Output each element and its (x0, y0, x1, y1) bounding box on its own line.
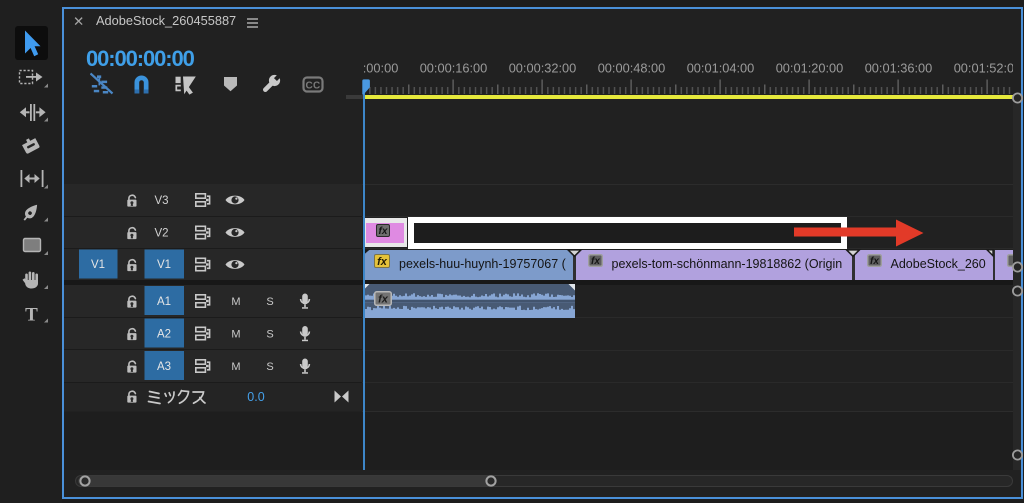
svg-text:CC: CC (305, 81, 320, 92)
svg-text:V2: V2 (154, 228, 168, 240)
svg-text:00:01:36:00: 00:01:36:00 (865, 61, 933, 76)
svg-text:A2: A2 (157, 329, 171, 341)
svg-text:A1: A1 (157, 296, 171, 308)
svg-text:00:00:00:00: 00:00:00:00 (364, 61, 398, 76)
svg-text:M: M (231, 361, 240, 373)
svg-text:V3: V3 (154, 195, 168, 207)
svg-text:M: M (231, 329, 240, 341)
svg-text:00:00:32:00: 00:00:32:00 (509, 61, 577, 76)
svg-text:S: S (266, 329, 273, 341)
svg-text:fx: fx (378, 293, 389, 305)
svg-text:T: T (25, 305, 38, 326)
svg-text:00:01:20:00: 00:01:20:00 (776, 61, 844, 76)
svg-text:00:00:48:00: 00:00:48:00 (598, 61, 666, 76)
svg-text:fx: fx (378, 226, 387, 237)
svg-text:M: M (231, 296, 240, 308)
svg-text:V1: V1 (157, 259, 171, 271)
svg-text:S: S (266, 361, 273, 373)
svg-text:0.0: 0.0 (247, 390, 264, 404)
svg-text:V1: V1 (91, 259, 105, 271)
svg-text:00:01:04:00: 00:01:04:00 (687, 61, 755, 76)
svg-text:A3: A3 (157, 361, 171, 373)
svg-text:S: S (266, 296, 273, 308)
svg-text:00:00:16:00: 00:00:16:00 (420, 61, 488, 76)
svg-text:00:01:52:00: 00:01:52:00 (954, 61, 1013, 76)
